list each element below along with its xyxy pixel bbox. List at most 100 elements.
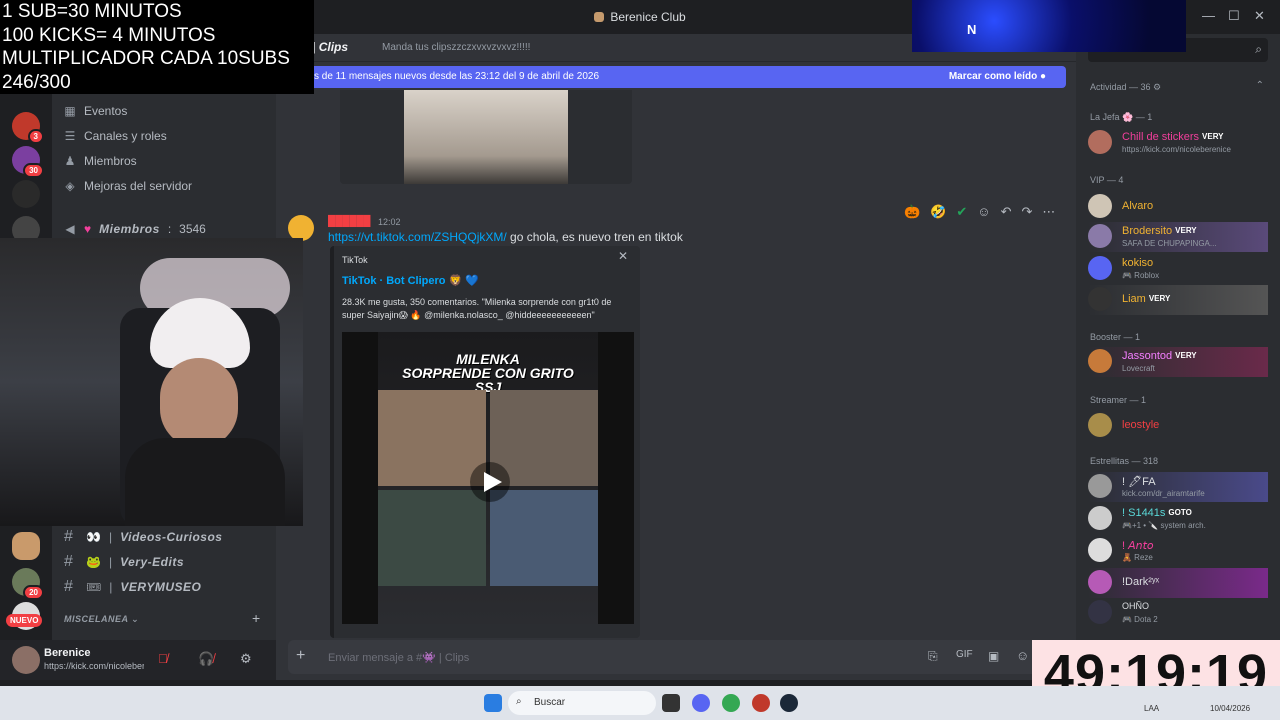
screen: Berenice Club — ☐ ✕ 3 30 20 NUEVO ▦ Event… xyxy=(0,0,1280,720)
member-group-title: Actividad — 36 ⚙ xyxy=(1090,82,1162,92)
server-icon-3[interactable] xyxy=(12,180,40,208)
sidebar-item-eventos[interactable]: ▦ Eventos xyxy=(64,104,127,118)
sidebar-item-canales[interactable]: ☰ Canales y roles xyxy=(64,129,167,143)
play-icon[interactable] xyxy=(470,462,510,502)
gif-icon[interactable]: GIF xyxy=(956,649,973,660)
avatar[interactable] xyxy=(12,646,40,674)
category-miscelanea[interactable]: MISCELANEA ⌄ xyxy=(64,614,139,625)
add-reaction-icon[interactable]: ☺ xyxy=(977,204,990,220)
reaction-icon[interactable]: 🎃 xyxy=(904,204,920,220)
member-item[interactable]: ! S1441s GOTO 🎮+1 • 🔪 system arch. xyxy=(1088,504,1268,534)
speaker-icon: ◀ xyxy=(65,222,75,236)
mic-muted-icon[interactable]: 🎙̸ xyxy=(158,651,168,666)
link-embed: TikTok ✕ TikTok · Bot Clipero 🦁 💙 28.3K … xyxy=(330,246,640,638)
steam-icon[interactable] xyxy=(780,694,798,712)
channel-videos-curiosos[interactable]: 👀 | Videos-Curiosos xyxy=(86,530,222,544)
task-view-icon[interactable] xyxy=(662,694,680,712)
gift-icon[interactable]: ⎘ xyxy=(928,649,938,664)
member-item[interactable]: ! 🖊FA kick.com/dr_airamtarife xyxy=(1088,472,1268,502)
language-indicator[interactable]: LAA xyxy=(1144,704,1159,713)
windows-icon[interactable] xyxy=(484,694,502,712)
channel-very-edits[interactable]: 🐸 | Very-Edits xyxy=(86,555,184,569)
video-thumbnail xyxy=(378,490,486,586)
minimize-button[interactable]: — xyxy=(1202,8,1215,23)
reply-icon[interactable]: ↶ xyxy=(1001,204,1012,220)
chrome-icon[interactable] xyxy=(722,694,740,712)
shirt xyxy=(125,438,285,526)
role-tag: GOTO xyxy=(1168,508,1192,517)
check-reaction-icon[interactable]: ✔ xyxy=(956,204,967,220)
role-tag: VERY xyxy=(1148,294,1171,303)
user-status: https://kick.com/nicoleber xyxy=(44,661,144,671)
avatar xyxy=(1088,130,1112,154)
headphones-muted-icon[interactable]: 🎧̸ xyxy=(198,651,214,667)
composer-placeholder: Enviar mensaje a #👾 | Clips xyxy=(328,652,470,664)
webcam-feed xyxy=(0,238,303,526)
role-tag: VERY xyxy=(1175,351,1197,360)
member-item[interactable]: ! 𝘈𝘯𝘵𝘰 🧸 Reze xyxy=(1088,536,1268,566)
new-pill[interactable]: NUEVO xyxy=(6,614,43,627)
member-group-title: VIP — 4 xyxy=(1090,175,1124,185)
new-messages-bar[interactable]: s de 11 mensajes nuevos desde las 23:12 … xyxy=(314,66,1066,88)
clock-date[interactable]: 10/04/2026 xyxy=(1210,704,1250,713)
server-icon-2[interactable]: 30 xyxy=(12,146,44,178)
avatar xyxy=(1088,600,1112,624)
reaction-icon[interactable]: 🤣 xyxy=(930,204,946,220)
mark-read-button[interactable]: Marcar como leído ● xyxy=(949,71,1046,82)
member-group-title: Booster — 1 xyxy=(1090,332,1141,342)
embed-title[interactable]: TikTok · Bot Clipero 🦁 💙 xyxy=(342,274,479,287)
member-group-title: Streamer — 1 xyxy=(1090,395,1147,405)
message-actions: 🎃 🤣 ✔ ☺ ↶ ↷ ⋯ xyxy=(904,204,1055,220)
add-channel-icon[interactable]: + xyxy=(252,610,260,626)
chat-area: | Clips Manda tus clipszzczxvxvzvxvz!!!!… xyxy=(276,34,1076,680)
embed-video[interactable]: MILENKA SORPRENDE CON GRITO SSJ xyxy=(342,332,634,624)
message-author[interactable]: ██████ xyxy=(328,216,371,227)
server-icon-1[interactable]: 3 xyxy=(12,112,44,144)
taskbar-search[interactable]: ⌕ Buscar xyxy=(508,691,656,715)
member-item[interactable]: kokiso 🎮 Roblox xyxy=(1088,254,1268,284)
hash-icon: # xyxy=(64,528,73,545)
video-title: MILENKA SORPRENDE CON GRITO SSJ xyxy=(402,351,574,395)
message-link[interactable]: https://vt.tiktok.com/ZSHQQjkXM/ xyxy=(328,230,507,244)
sidebar-item-miembros[interactable]: ♟ Miembros xyxy=(64,154,137,168)
channel-topic: Manda tus clipszzczxvxvzvxvz!!!!! xyxy=(382,42,531,53)
member-item[interactable]: OHÑO 🎮 Dota 2 xyxy=(1088,598,1268,628)
member-item[interactable]: Brodersito VERY SAFA DE CHUPAPINGA... xyxy=(1088,222,1268,252)
sticker-icon[interactable]: ▣ xyxy=(988,649,999,663)
hash-icon: # xyxy=(64,553,73,570)
previous-image-attachment[interactable] xyxy=(340,90,632,184)
member-item[interactable]: Alvaro xyxy=(1088,192,1268,222)
close-button[interactable]: ✕ xyxy=(1254,8,1265,24)
member-item[interactable]: Chill de stickers VERY https://kick.com/ni… xyxy=(1088,128,1268,158)
server-icon-6[interactable]: 20 xyxy=(12,568,44,600)
role-tag: VERY xyxy=(1175,226,1197,235)
mention-badge: 30 xyxy=(23,163,44,178)
emoji-icon[interactable]: ☺ xyxy=(1016,648,1029,663)
stream-overlay-rules: 1 SUB=30 MINUTOS 100 KICKS= 4 MINUTOS MU… xyxy=(0,0,314,94)
members-stat-channel[interactable]: ◀ ♥ Miembros:3546 xyxy=(64,222,205,236)
channel-title: | Clips xyxy=(312,40,349,54)
avatar xyxy=(1088,224,1112,248)
maximize-button[interactable]: ☐ xyxy=(1228,8,1240,24)
more-icon[interactable]: ⋯ xyxy=(1042,204,1055,220)
people-icon: ♟ xyxy=(64,154,76,168)
gear-icon[interactable]: ⚙ xyxy=(240,651,252,667)
member-item[interactable]: Jassontod VERY Lovecraft xyxy=(1088,347,1268,377)
discord-icon[interactable] xyxy=(692,694,710,712)
close-icon[interactable]: ✕ xyxy=(618,249,628,263)
add-attachment-icon[interactable]: + xyxy=(296,647,305,665)
message-time: 12:02 xyxy=(378,217,401,227)
message-composer[interactable]: + Enviar mensaje a #👾 | Clips ⎘ GIF ▣ ☺ xyxy=(288,640,1064,674)
list-icon: ☰ xyxy=(64,129,76,143)
chevron-up-icon[interactable]: ⌃ xyxy=(1256,80,1264,91)
embed-description: 28.3K me gusta, 350 comentarios. "Milenk… xyxy=(342,297,612,320)
server-icon-berenice[interactable] xyxy=(12,532,40,560)
member-item[interactable]: !Dark²ʸˣ xyxy=(1088,568,1268,598)
channel-verymuseo[interactable]: 🎟 | VERYMUSEO xyxy=(86,580,201,594)
forward-icon[interactable]: ↷ xyxy=(1021,204,1032,220)
member-item[interactable]: leostyle xyxy=(1088,411,1268,441)
avatar xyxy=(1088,349,1112,373)
sidebar-item-mejoras[interactable]: ◈ Mejoras del servidor xyxy=(64,179,192,193)
app-icon[interactable] xyxy=(752,694,770,712)
member-item[interactable]: Liam VERY xyxy=(1088,285,1268,315)
